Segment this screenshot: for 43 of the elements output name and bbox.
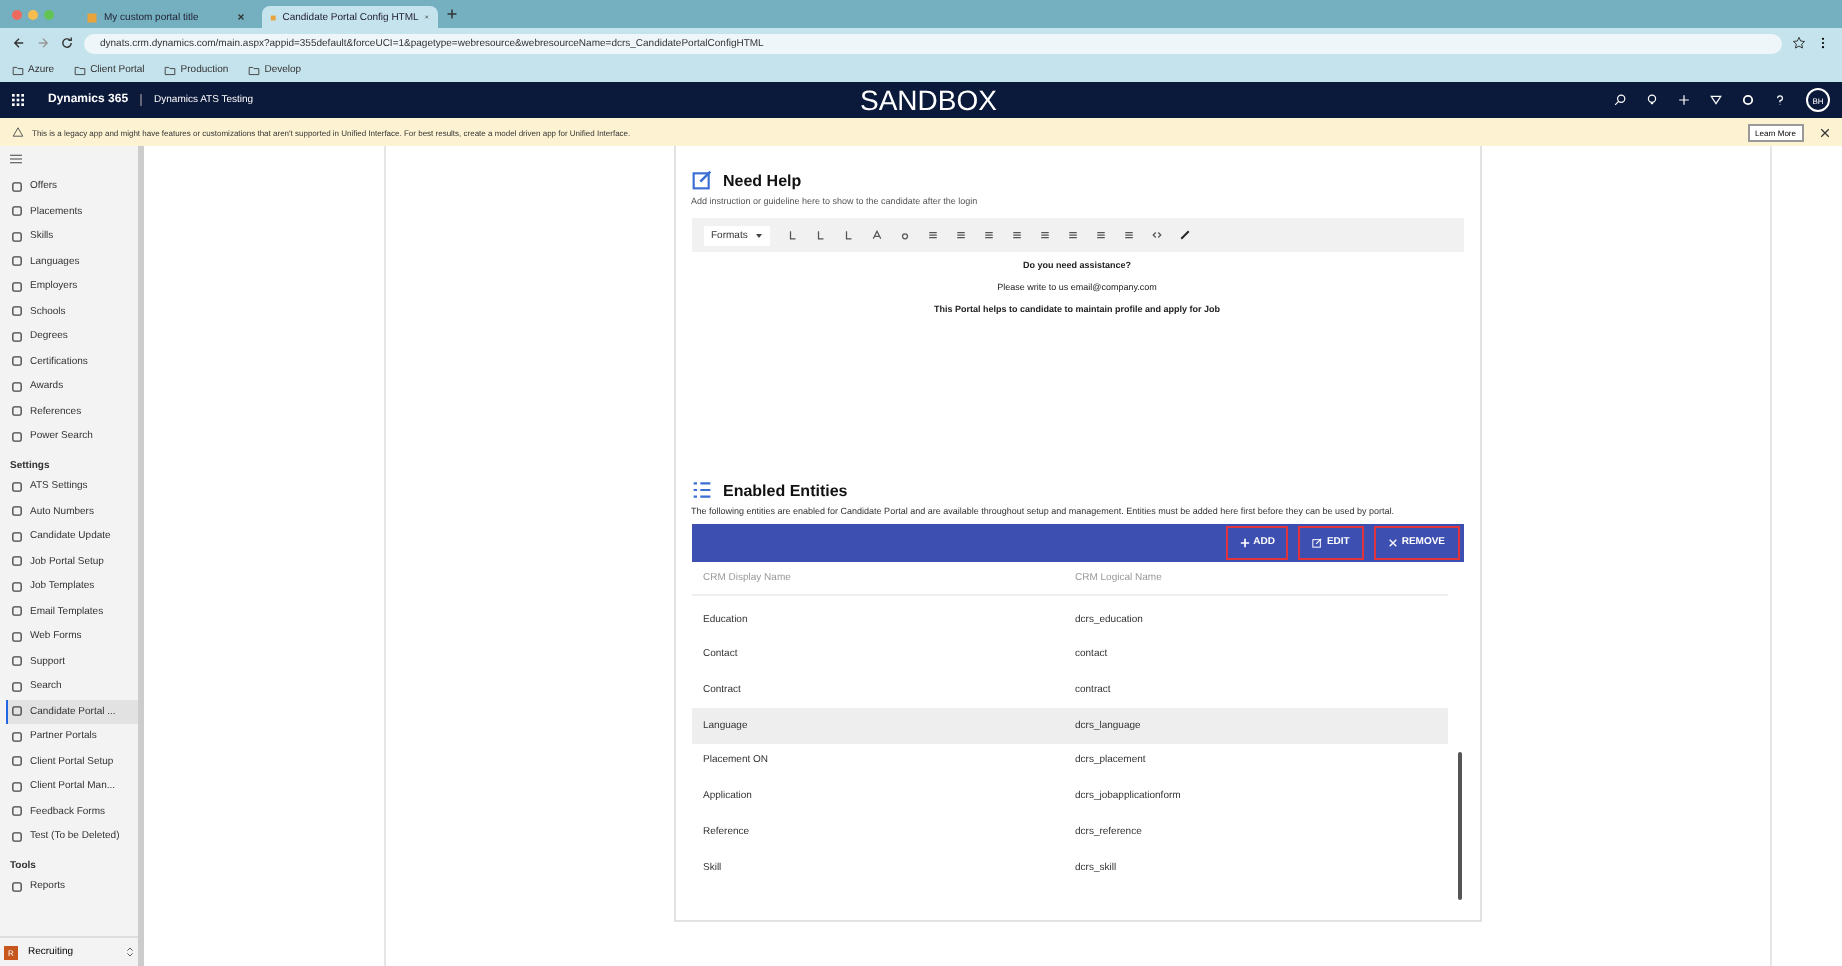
align-icon[interactable] bbox=[1040, 230, 1051, 240]
close-icon[interactable] bbox=[236, 12, 246, 22]
folder-icon bbox=[74, 65, 87, 75]
warning-icon bbox=[12, 126, 24, 138]
environment-label: SANDBOX bbox=[860, 84, 997, 116]
close-icon bbox=[1387, 537, 1398, 548]
align-icon[interactable] bbox=[1124, 230, 1135, 240]
edit-icon bbox=[691, 170, 711, 190]
folder-icon bbox=[164, 65, 177, 75]
scrollbar[interactable] bbox=[1457, 751, 1461, 900]
align-icon[interactable] bbox=[928, 230, 939, 240]
edit-icon bbox=[1312, 537, 1323, 548]
new-tab-icon[interactable] bbox=[446, 8, 458, 20]
more-icon[interactable] bbox=[1816, 36, 1830, 50]
align-icon[interactable] bbox=[1096, 230, 1107, 240]
page-icon bbox=[270, 11, 277, 23]
app-launcher-icon[interactable] bbox=[12, 94, 24, 106]
align-icon[interactable] bbox=[1012, 230, 1023, 240]
back-icon[interactable] bbox=[12, 36, 26, 50]
reload-icon[interactable] bbox=[60, 36, 74, 50]
code-icon[interactable] bbox=[1152, 230, 1163, 240]
filter-icon[interactable] bbox=[1710, 94, 1722, 106]
brush-icon[interactable] bbox=[1180, 230, 1191, 240]
menu-icon[interactable] bbox=[10, 154, 22, 164]
font-color-icon[interactable] bbox=[872, 230, 883, 240]
search-icon[interactable] bbox=[1614, 94, 1626, 106]
section-title: Enabled Entities bbox=[723, 481, 848, 499]
align-icon[interactable] bbox=[956, 230, 967, 240]
close-icon[interactable] bbox=[1820, 127, 1830, 137]
plus-icon bbox=[1239, 537, 1250, 548]
caret-icon bbox=[756, 233, 763, 237]
chevron-icon bbox=[126, 946, 134, 958]
star-icon[interactable] bbox=[1792, 36, 1806, 50]
align-icon[interactable] bbox=[1068, 230, 1079, 240]
plus-icon[interactable] bbox=[1678, 94, 1690, 106]
folder-icon bbox=[248, 65, 261, 75]
page-icon bbox=[86, 11, 98, 23]
help-icon[interactable] bbox=[1774, 94, 1786, 106]
align-icon[interactable] bbox=[984, 230, 995, 240]
checklist-icon bbox=[691, 480, 711, 500]
lightbulb-icon[interactable] bbox=[1646, 94, 1658, 106]
folder-icon bbox=[12, 65, 24, 75]
section-title: Need Help bbox=[723, 171, 802, 189]
